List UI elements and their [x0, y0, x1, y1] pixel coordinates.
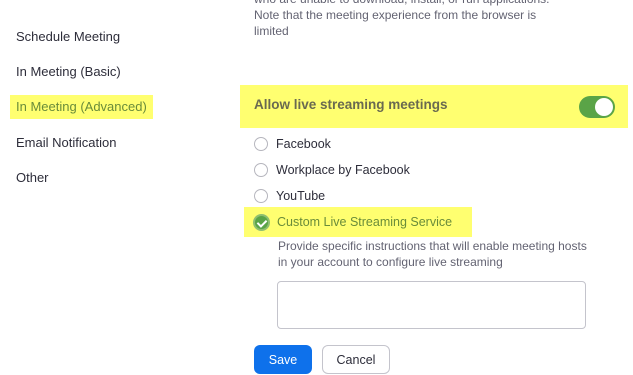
cancel-button[interactable]: Cancel	[322, 345, 390, 374]
live-streaming-setting-row: Allow live streaming meetings	[240, 85, 628, 128]
custom-streaming-instructions-input[interactable]	[277, 281, 586, 329]
live-streaming-toggle[interactable]	[579, 96, 615, 118]
settings-sidebar: Schedule Meeting In Meeting (Basic) In M…	[0, 0, 235, 375]
custom-streaming-instructions: Provide specific instructions that will …	[278, 239, 587, 269]
option-youtube[interactable]: YouTube	[254, 187, 325, 205]
facebook-checkbox[interactable]	[254, 137, 268, 151]
settings-page: Schedule Meeting In Meeting (Basic) In M…	[0, 0, 633, 375]
settings-main: who are unable to download, install, or …	[240, 0, 633, 375]
custom-live-streaming-checkbox[interactable]	[253, 213, 270, 231]
sidebar-item-schedule-meeting[interactable]: Schedule Meeting	[16, 29, 120, 45]
option-label: Facebook	[276, 137, 331, 151]
save-button[interactable]: Save	[254, 345, 312, 374]
toggle-knob	[595, 98, 613, 116]
option-label: Custom Live Streaming Service	[277, 215, 453, 229]
option-workplace-by-facebook[interactable]: Workplace by Facebook	[254, 161, 410, 179]
live-streaming-label: Allow live streaming meetings	[254, 97, 448, 112]
sidebar-item-email-notification[interactable]: Email Notification	[16, 135, 116, 151]
option-label: Workplace by Facebook	[276, 163, 410, 177]
previous-setting-description: who are unable to download, install, or …	[254, 0, 550, 38]
sidebar-item-in-meeting-advanced[interactable]: In Meeting (Advanced)	[10, 95, 153, 119]
option-facebook[interactable]: Facebook	[254, 135, 331, 153]
option-label: YouTube	[276, 189, 326, 203]
workplace-by-facebook-checkbox[interactable]	[254, 163, 268, 177]
sidebar-item-in-meeting-basic[interactable]: In Meeting (Basic)	[16, 64, 121, 80]
sidebar-item-other[interactable]: Other	[16, 170, 49, 186]
youtube-checkbox[interactable]	[254, 189, 268, 203]
option-custom-live-streaming[interactable]: Custom Live Streaming Service	[244, 207, 472, 237]
